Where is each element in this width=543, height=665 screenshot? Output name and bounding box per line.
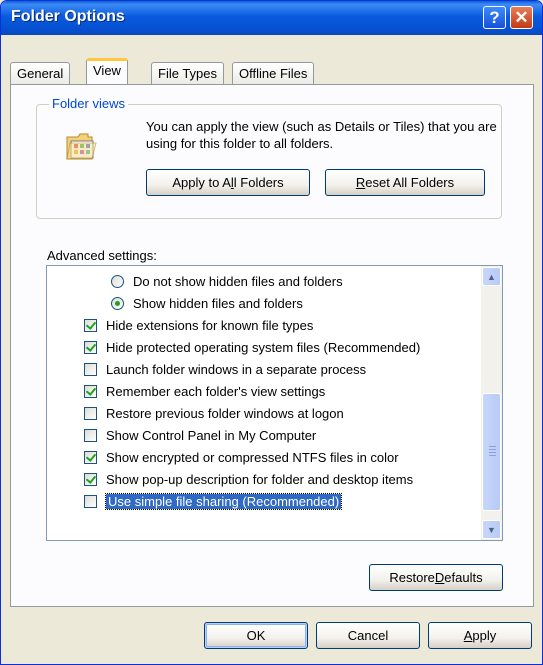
list-item-label: Show encrypted or compressed NTFS files … (106, 449, 399, 465)
radio-do-not-show-hidden[interactable] (111, 274, 124, 288)
grip-line (489, 452, 496, 453)
title-bar[interactable]: Folder Options ? ✕ (1, 1, 542, 35)
reset-label-accel: R (355, 175, 366, 190)
list-item[interactable]: Show pop-up description for folder and d… (84, 468, 413, 490)
apply-label-post: pply (472, 628, 497, 643)
list-item-label: Hide protected operating system files (R… (106, 339, 421, 355)
grip-line (489, 446, 496, 447)
apply-to-all-label-pre: Apply to A (172, 175, 231, 190)
list-item-label: Restore previous folder windows at logon (106, 405, 344, 421)
window-title: Folder Options (11, 8, 125, 25)
reset-all-folders-button[interactable]: Reset All Folders (325, 169, 485, 196)
grip-line (489, 449, 496, 450)
list-item[interactable]: Restore previous folder windows at logon (84, 402, 344, 424)
list-item-label: Show Control Panel in My Computer (106, 427, 317, 443)
checkbox-popup-description[interactable] (84, 472, 97, 486)
restore-label-post: efaults (444, 570, 483, 585)
list-item-label: Show hidden files and folders (133, 295, 303, 311)
advanced-settings-label: Advanced settings: (47, 248, 157, 263)
list-item[interactable]: Remember each folder's view settings (84, 380, 325, 402)
advanced-settings-list[interactable]: Do not show hidden files and folders Sho… (46, 265, 503, 541)
apply-button[interactable]: Apply (428, 622, 532, 649)
list-item[interactable]: Hide protected operating system files (R… (84, 336, 420, 358)
tab-general[interactable]: General (10, 62, 71, 84)
list-item-label: Launch folder windows in a separate proc… (106, 361, 367, 377)
restore-label-pre: Restore (389, 570, 435, 585)
checkbox-remember-view-settings[interactable] (84, 384, 97, 398)
folder-icon (66, 133, 97, 160)
checkbox-simple-file-sharing[interactable] (84, 494, 97, 508)
list-item-label: Do not show hidden files and folders (133, 273, 343, 289)
vertical-scrollbar[interactable]: ▲ ▼ (481, 266, 502, 540)
list-item-label: Show pop-up description for folder and d… (106, 471, 414, 487)
close-button[interactable]: ✕ (510, 6, 533, 29)
apply-label-accel: A (463, 628, 473, 643)
scroll-thumb[interactable] (482, 393, 501, 511)
checkbox-restore-windows[interactable] (84, 406, 97, 420)
checkbox-ntfs-color[interactable] (84, 450, 97, 464)
tab-offline-files[interactable]: Offline Files (232, 62, 315, 84)
checkbox-launch-separate-process[interactable] (84, 362, 97, 376)
reset-label-post: eset All Folders (365, 175, 455, 190)
list-item-label: Remember each folder's view settings (106, 383, 326, 399)
scroll-up-button[interactable]: ▲ (482, 267, 501, 286)
list-item[interactable]: Use simple file sharing (Recommended) (84, 490, 343, 512)
apply-to-all-folders-button[interactable]: Apply to All Folders (146, 169, 310, 196)
folder-views-legend: Folder views (49, 96, 128, 111)
chevron-down-icon: ▼ (487, 524, 496, 535)
checkbox-show-control-panel[interactable] (84, 428, 97, 442)
ok-button[interactable]: OK (204, 622, 308, 649)
restore-label-accel: D (434, 570, 445, 585)
scroll-down-button[interactable]: ▼ (482, 520, 501, 539)
radio-show-hidden[interactable] (111, 296, 124, 310)
list-item-label-selected: Use simple file sharing (Recommended) (104, 492, 343, 510)
grip-line (489, 455, 496, 456)
checkbox-hide-protected-files[interactable] (84, 340, 97, 354)
list-item[interactable]: Show encrypted or compressed NTFS files … (84, 446, 399, 468)
restore-defaults-button[interactable]: Restore Defaults (369, 564, 503, 591)
help-button[interactable]: ? (483, 6, 506, 29)
list-item[interactable]: Hide extensions for known file types (84, 314, 313, 336)
tab-view[interactable]: View (86, 58, 128, 84)
folder-views-description: You can apply the view (such as Details … (146, 119, 497, 151)
checkbox-hide-extensions[interactable] (84, 318, 97, 332)
folder-options-window: Folder Options ? ✕ General View File Typ… (0, 0, 543, 665)
cancel-button[interactable]: Cancel (316, 622, 420, 649)
list-item[interactable]: Launch folder windows in a separate proc… (84, 358, 366, 380)
list-item-label: Hide extensions for known file types (106, 317, 314, 333)
list-item[interactable]: Show hidden files and folders (111, 292, 303, 314)
apply-to-all-label-post: l Folders (233, 175, 284, 190)
list-item[interactable]: Do not show hidden files and folders (111, 270, 343, 292)
tab-file-types[interactable]: File Types (151, 62, 225, 84)
list-item[interactable]: Show Control Panel in My Computer (84, 424, 316, 446)
chevron-up-icon: ▲ (487, 271, 496, 282)
